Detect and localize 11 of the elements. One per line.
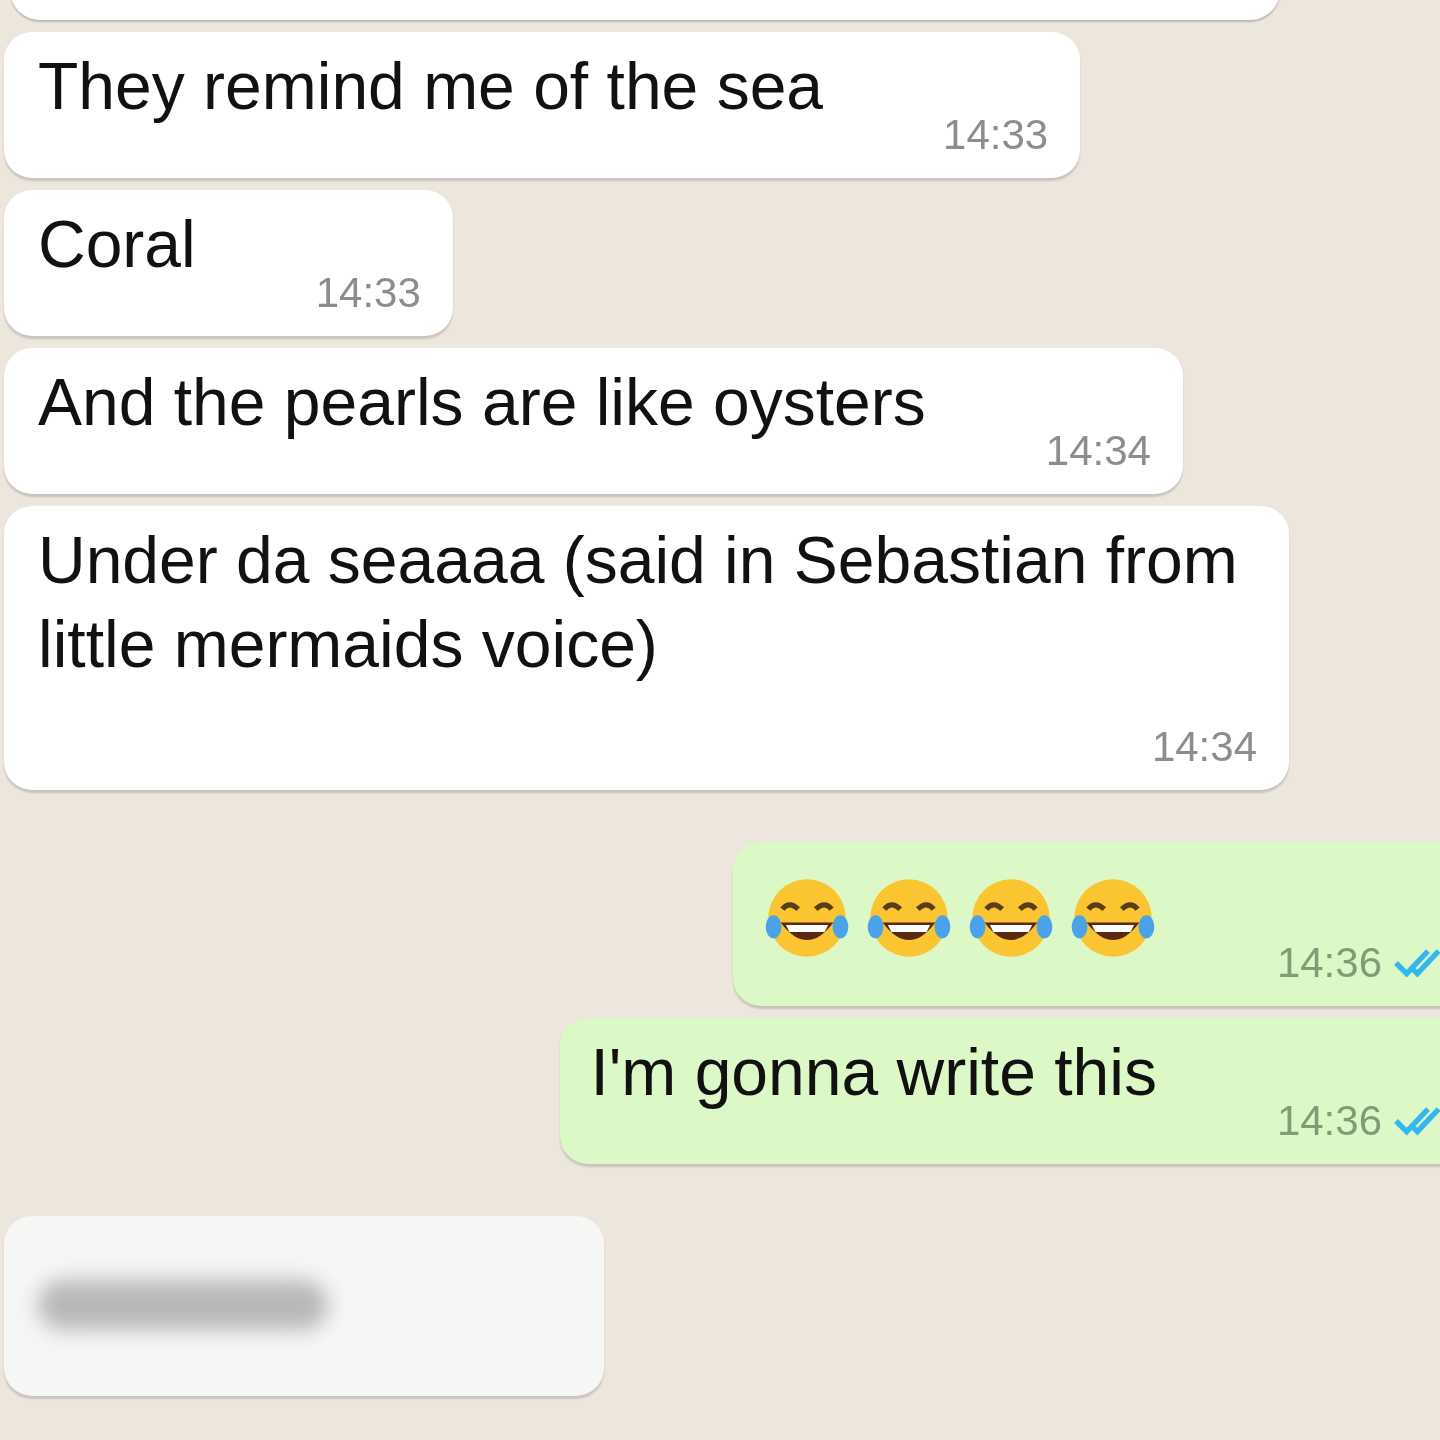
message-text: Under da seaaaa (said in Sebastian from little mermaids voice) [38, 522, 1238, 683]
timestamp: 14:34 [1151, 722, 1257, 772]
message-text: And the pearls are like oysters [38, 364, 926, 441]
timestamp: 14:36 [1276, 938, 1382, 988]
message-text: They remind me of the sea [38, 48, 824, 125]
message-text: I'm gonna write this [590, 1034, 1157, 1111]
timestamp: 14:33 [943, 110, 1049, 160]
timestamp: 14:36 [1276, 1096, 1382, 1146]
message-text: Coral [38, 206, 196, 283]
timestamp: 14:34 [1045, 426, 1151, 476]
timestamp: 14:33 [315, 268, 421, 318]
